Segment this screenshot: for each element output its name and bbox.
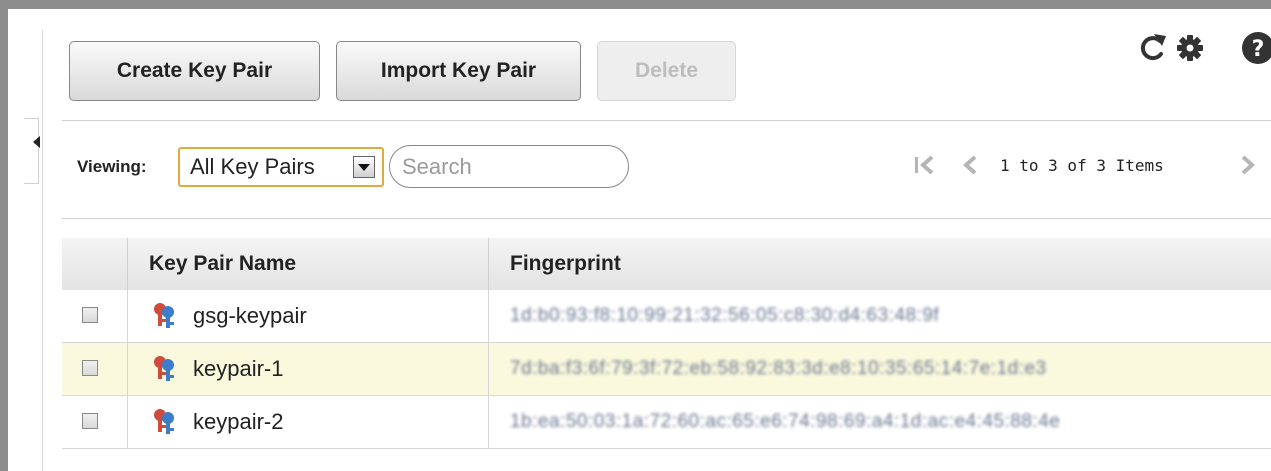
sidebar-divider [42,30,43,471]
key-icon [154,356,174,381]
gear-icon[interactable] [1172,30,1208,66]
key-icon [154,303,174,328]
cell-divider [488,290,489,343]
cell-divider [127,343,128,396]
window-frame-left [0,0,8,471]
cell-divider [488,343,489,396]
refresh-icon[interactable] [1134,30,1170,66]
column-header-key-pair-name[interactable]: Key Pair Name [149,238,296,290]
row-checkbox[interactable] [82,360,98,376]
table-row[interactable]: keypair-2 1b:ea:50:03:1a:72:60:ac:65:e6:… [62,396,1271,449]
key-icon [154,409,174,434]
next-page-icon[interactable] [1238,152,1258,178]
first-page-icon[interactable] [912,152,940,178]
table-header: Key Pair Name Fingerprint [62,238,1271,290]
row-checkbox[interactable] [82,307,98,323]
cell-divider [127,396,128,449]
sidebar-collapse-tab[interactable] [24,118,39,184]
row-checkbox[interactable] [82,413,98,429]
fingerprint-value: 1b:ea:50:03:1a:72:60:ac:65:e6:74:98:69:a… [510,411,1061,432]
key-pair-name: keypair-1 [193,356,284,381]
window-frame-top [0,0,1271,9]
svg-text:?: ? [1252,37,1265,62]
previous-page-icon[interactable] [960,152,980,178]
column-header-fingerprint[interactable]: Fingerprint [510,238,621,290]
key-pair-name: gsg-keypair [193,303,307,328]
search-input[interactable] [389,145,629,188]
cell-divider [127,290,128,343]
key-pair-name: keypair-2 [193,409,284,434]
fingerprint-value: 7d:ba:f3:6f:79:3f:72:eb:58:92:83:3d:e8:1… [510,358,1047,379]
filter-divider [62,218,1271,219]
table-row[interactable]: gsg-keypair 1d:b0:93:f8:10:99:21:32:56:0… [62,290,1271,343]
pagination-summary: 1 to 3 of 3 Items [1000,156,1164,175]
help-icon[interactable]: ? [1240,30,1271,66]
viewing-filter-value: All Key Pairs [190,154,315,179]
cell-divider [488,396,489,449]
import-key-pair-button[interactable]: Import Key Pair [336,41,581,101]
viewing-filter-select[interactable]: All Key Pairs [178,147,384,187]
delete-button: Delete [597,41,736,101]
chevron-left-icon[interactable] [33,136,40,148]
toolbar-divider [62,120,1271,121]
chevron-down-icon[interactable] [353,156,375,178]
fingerprint-value: 1d:b0:93:f8:10:99:21:32:56:05:c8:30:d4:6… [510,305,940,326]
viewing-label: Viewing: [77,157,147,176]
create-key-pair-button[interactable]: Create Key Pair [69,41,320,101]
column-divider [127,238,128,290]
column-divider [488,238,489,290]
table-row[interactable]: keypair-1 7d:ba:f3:6f:79:3f:72:eb:58:92:… [62,343,1271,396]
